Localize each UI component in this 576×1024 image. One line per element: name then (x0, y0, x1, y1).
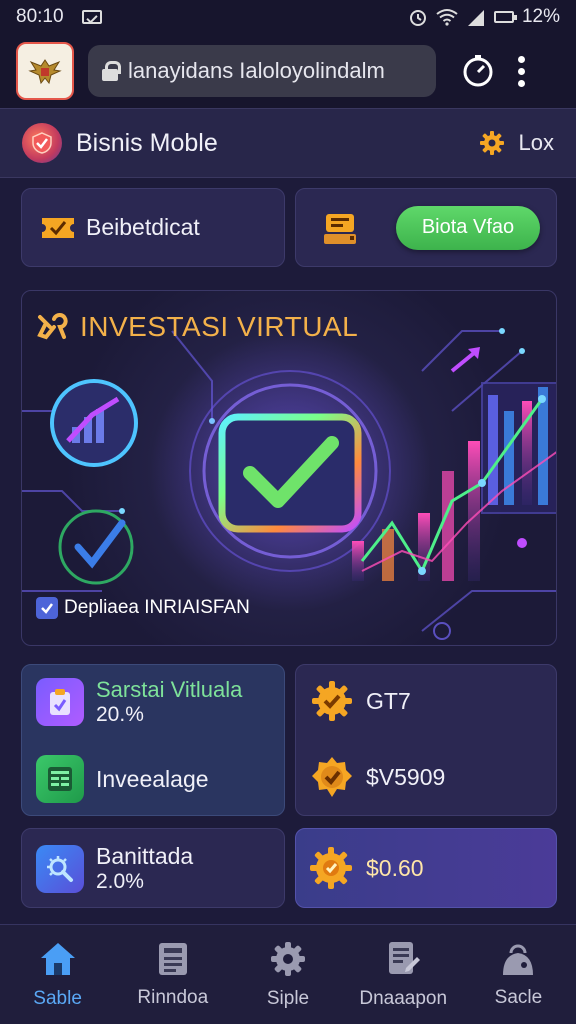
badge-value: GT7 (366, 687, 411, 714)
certificate-label: Beibetdicat (86, 214, 200, 240)
earnings-card[interactable]: $0.60 (295, 828, 557, 908)
status-time: 80:10 (16, 6, 64, 27)
spreadsheet-icon (36, 755, 84, 803)
nav-label: Dnaaapon (359, 987, 448, 1009)
hero-illustration (22, 328, 556, 640)
alarm-icon (409, 10, 426, 26)
nav-label: Rinndoa (137, 986, 209, 1008)
hero-title-text: INVESTASI VIRTUAL (80, 311, 359, 342)
gear-icon (271, 941, 305, 976)
header-settings[interactable]: Lox (479, 130, 554, 156)
site-logo[interactable] (16, 42, 74, 100)
earnings-value: $0.60 (366, 854, 424, 881)
nav-item-sable[interactable]: Sable (0, 925, 115, 1024)
url-bar[interactable]: lanayidans Ialoloyolindalm (88, 45, 436, 97)
home-icon (40, 942, 75, 975)
signal-icon (467, 10, 484, 26)
hero-footer: Depliaea INRIAISFAN (36, 597, 250, 619)
nav-item-rinndoa[interactable]: Rinndoa (115, 925, 230, 1024)
balance-value: $V5909 (366, 763, 446, 790)
gear-coin-icon (310, 847, 352, 889)
url-text: lanayidans Ialoloyolindalm (128, 58, 385, 83)
news-icon (158, 942, 187, 975)
business-value: 2.0% (96, 870, 144, 893)
screenshot-notification-icon (81, 10, 102, 24)
hero-banner[interactable]: INVESTASI VIRTUAL Depliaea INRIAISFAN (21, 290, 557, 646)
check-shield-icon (32, 132, 52, 154)
bag-icon (503, 944, 534, 975)
nav-item-sacle[interactable]: Sacle (461, 925, 576, 1024)
gear-icon (479, 131, 504, 155)
status-bar: 80:10 12% (0, 0, 576, 34)
virtual-stats-value: 20.% (96, 703, 144, 726)
cash-register-icon (324, 213, 356, 244)
history-button[interactable] (458, 51, 498, 91)
more-menu-button[interactable] (518, 55, 525, 87)
tools-icon (37, 313, 68, 340)
virtual-stats-title: Sarstai Vitluala (96, 677, 243, 702)
nav-item-siple[interactable]: Siple (230, 925, 345, 1024)
app-header: Bisnis Moble Lox (0, 108, 576, 178)
business-title: Banittada (96, 843, 194, 869)
biota-button[interactable]: Biota Vfao (396, 205, 540, 250)
business-card[interactable]: Banittada 2.0% (21, 828, 285, 908)
wifi-icon (436, 9, 458, 26)
header-right-label: Lox (518, 130, 554, 155)
eagle-emblem-icon (28, 59, 62, 85)
search-gear-icon (36, 844, 84, 893)
battery-percent: 12% (521, 6, 560, 27)
lock-icon (102, 61, 121, 81)
nav-label: Sable (33, 987, 82, 1009)
hero-title: INVESTASI VIRTUAL (36, 311, 358, 343)
investment-label: Inveealage (96, 765, 209, 792)
certificate-card[interactable]: Beibetdicat (21, 188, 285, 267)
gear-badge-icon (312, 681, 352, 721)
register-card: Biota Vfao (295, 188, 557, 267)
app-logo-icon[interactable] (22, 123, 62, 163)
nav-label: Sacle (494, 986, 543, 1008)
ticket-check-icon (42, 217, 74, 238)
app-title: Bisnis Moble (76, 128, 218, 157)
battery-icon (493, 11, 517, 23)
nav-label: Siple (266, 987, 310, 1009)
browser-bar: lanayidans Ialoloyolindalm (0, 34, 576, 108)
timer-icon (463, 55, 493, 87)
medal-icon (312, 757, 352, 797)
checkbox-icon (36, 597, 58, 619)
bottom-nav: Sable Rinndoa Siple Dnaaapon Sacle (0, 924, 576, 1024)
badge-stats-card[interactable]: GT7 $V5909 (295, 664, 557, 816)
document-icon (389, 941, 421, 974)
clipboard-icon (36, 678, 84, 726)
virtual-stats-card[interactable]: Sarstai Vitluala 20.% Inveealage (21, 664, 285, 816)
hero-footer-label: Depliaea INRIAISFAN (64, 597, 250, 618)
nav-item-dnaaapon[interactable]: Dnaaapon (346, 925, 461, 1024)
